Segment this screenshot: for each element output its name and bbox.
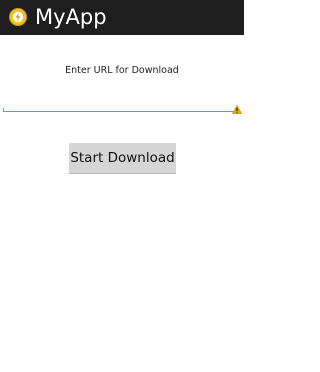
app-title: MyApp <box>35 5 107 29</box>
input-underline <box>3 111 239 112</box>
url-field[interactable] <box>3 87 242 115</box>
main-content: Enter URL for Download Start Download <box>0 35 244 372</box>
warning-icon <box>232 105 242 114</box>
url-label: Enter URL for Download <box>65 65 179 76</box>
url-input[interactable] <box>3 87 235 111</box>
app-bar: MyApp <box>0 0 244 35</box>
app-logo-icon <box>9 8 27 26</box>
start-download-button[interactable]: Start Download <box>69 143 176 174</box>
